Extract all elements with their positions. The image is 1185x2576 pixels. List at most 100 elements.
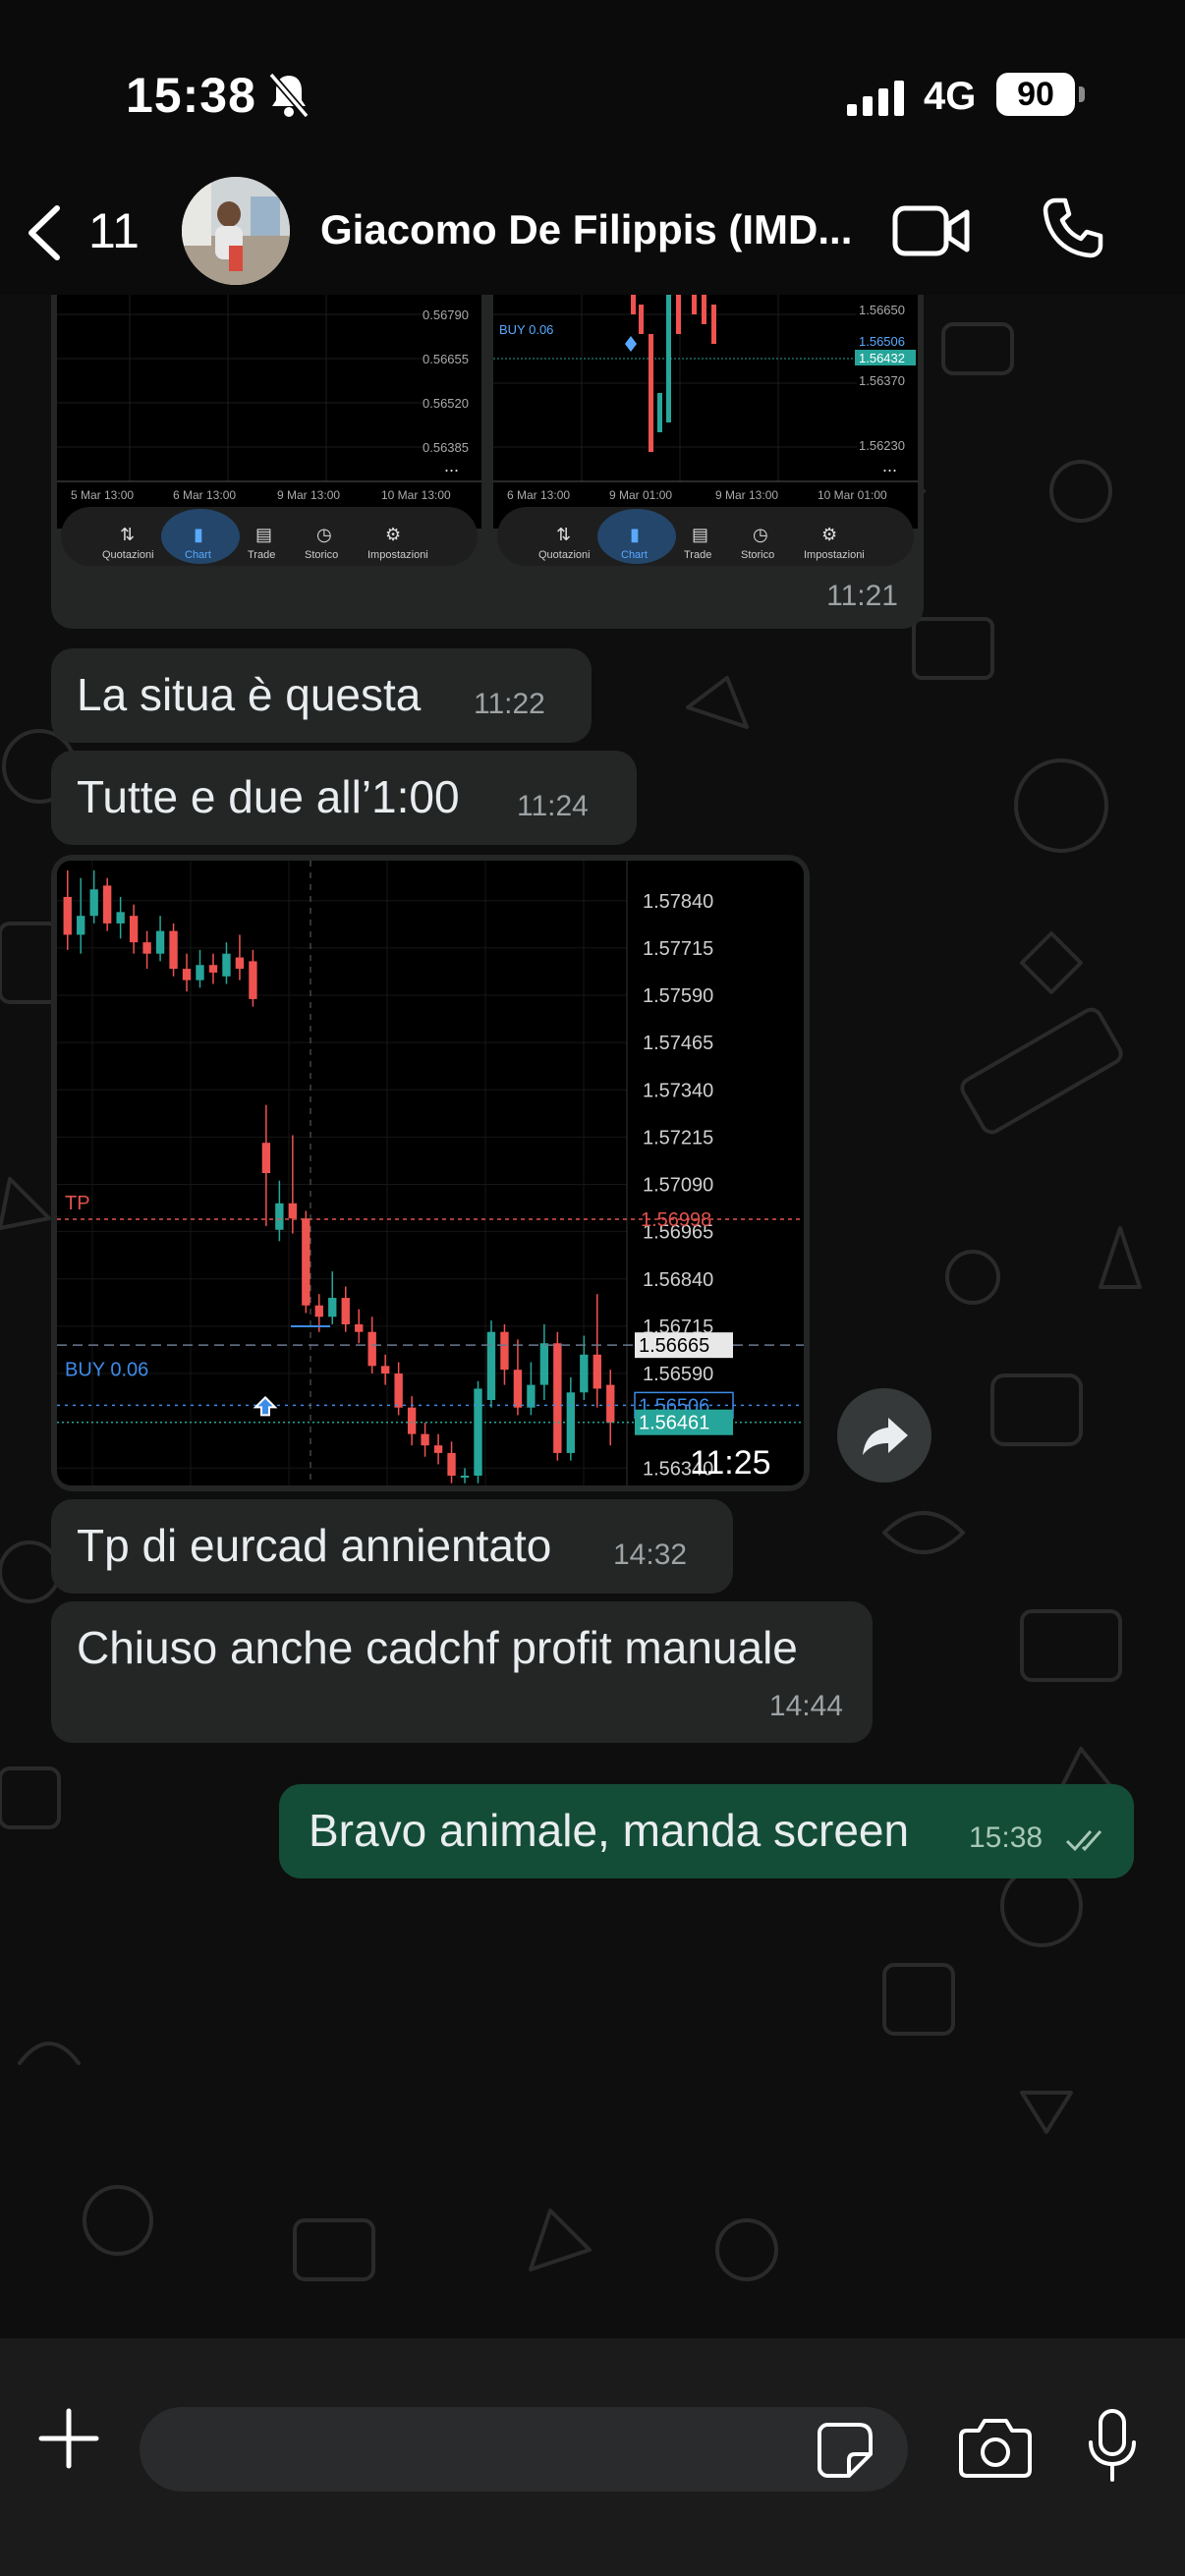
left-price-1: 0.56655	[423, 352, 469, 366]
candlestick-chart[interactable]: 1.57840 1.57715 1.57590 1.57465 1.57340 1.572…	[57, 861, 804, 1485]
candle-down	[182, 969, 192, 980]
message-time: 11:21	[826, 580, 898, 612]
chat-header: 11 Giacomo De Filippis (IMD...	[0, 167, 1185, 295]
tp-price: 1.56998	[641, 1209, 711, 1231]
video-call-icon[interactable]	[892, 202, 971, 259]
avatar[interactable]	[182, 177, 290, 285]
candle-down	[142, 942, 151, 954]
message-text: Bravo animale, manda screen	[309, 1805, 910, 1856]
y-tick-label: 1.57340	[643, 1080, 713, 1101]
battery-tip	[1079, 86, 1085, 102]
candle-down	[314, 1305, 323, 1317]
right-tab-chart-icon: ▮	[630, 525, 640, 544]
y-tick-label: 1.57465	[643, 1033, 713, 1054]
candle-down	[208, 965, 218, 973]
camera-icon[interactable]	[959, 2417, 1032, 2478]
candle-down	[592, 1354, 601, 1389]
message-input[interactable]	[140, 2407, 908, 2492]
right-tab-chart[interactable]: Chart	[621, 549, 648, 561]
y-tick-label: 1.57715	[643, 938, 713, 960]
left-tab-chart[interactable]: Chart	[185, 549, 211, 561]
buy-label: BUY 0.06	[65, 1359, 148, 1380]
trading-screenshots[interactable]: 0.56790 0.56655 0.56520 0.56385 ... 5 Ma…	[51, 295, 924, 629]
right-buy-label: BUY 0.06	[499, 322, 553, 337]
candle-down	[394, 1373, 403, 1408]
right-price-3: 1.56370	[859, 373, 905, 388]
message-time: 14:32	[613, 1539, 688, 1571]
message-bubble[interactable]: Chiuso anche cadchf profit manuale 14:44	[51, 1601, 873, 1743]
candle-down	[129, 916, 139, 943]
y-tick-label: 1.56590	[643, 1364, 713, 1385]
left-tab-trade-icon: ▤	[255, 525, 272, 544]
y-tick-label: 1.57215	[643, 1127, 713, 1148]
message-time: 11:24	[517, 790, 589, 822]
bid-price: 1.56461	[639, 1413, 709, 1434]
chat-area[interactable]: 0.56790 0.56655 0.56520 0.56385 ... 5 Ma…	[0, 295, 1185, 2338]
plus-icon[interactable]	[37, 2407, 100, 2470]
right-tab-trade[interactable]: Trade	[684, 549, 711, 561]
left-tab-trade[interactable]: Trade	[248, 549, 275, 561]
candle-down	[261, 1143, 271, 1173]
candle-up	[77, 916, 85, 935]
candle-down	[421, 1433, 429, 1446]
right-tab-quotazioni-icon: ⇅	[556, 525, 571, 544]
y-tick-label: 1.57090	[643, 1175, 713, 1197]
left-tab-quotazioni-icon: ⇅	[120, 525, 135, 544]
candle-down	[169, 930, 178, 970]
right-date-1: 9 Mar 01:00	[609, 488, 672, 502]
message-text: La situa è questa	[77, 669, 422, 720]
signal-icon	[847, 81, 904, 116]
outgoing-message-bubble[interactable]: Bravo animale, manda screen 15:38	[279, 1784, 1134, 1878]
sticker-icon[interactable]	[816, 2421, 875, 2480]
right-tab-impostazioni[interactable]: Impostazioni	[804, 549, 865, 561]
bell-slash-icon	[268, 72, 310, 119]
candle-down	[433, 1445, 443, 1453]
candle-up	[460, 1476, 470, 1478]
left-date-2: 9 Mar 13:00	[277, 488, 340, 502]
candle-down	[63, 896, 72, 935]
tp-label: TP	[65, 1193, 90, 1214]
candle-down	[235, 957, 245, 970]
image-time: 11:25	[690, 1444, 771, 1482]
right-tab-quotazioni[interactable]: Quotazioni	[538, 549, 591, 561]
left-tab-chart-icon: ▮	[194, 525, 203, 544]
candle-down	[553, 1343, 562, 1453]
candle-down	[407, 1407, 417, 1434]
candle-down	[500, 1331, 509, 1371]
message-text: Tutte e due all’1:00	[77, 771, 460, 822]
contact-name[interactable]: Giacomo De Filippis (IMD...	[320, 206, 871, 253]
candle-up	[89, 889, 98, 917]
left-tab-quotazioni[interactable]: Quotazioni	[102, 549, 154, 561]
message-time: 14:44	[768, 1690, 843, 1722]
phone-call-icon[interactable]	[1042, 196, 1104, 259]
composer-bar	[0, 2338, 1185, 2576]
candle-down	[606, 1384, 615, 1424]
candle-up	[486, 1331, 496, 1400]
left-tab-storico[interactable]: Storico	[305, 549, 338, 561]
candle-up	[155, 930, 165, 954]
message-bubble[interactable]: Tutte e due all’1:00 11:24	[51, 751, 637, 845]
image-message-top[interactable]: 0.56790 0.56655 0.56520 0.56385 ... 5 Ma…	[51, 295, 924, 629]
message-bubble[interactable]: Tp di eurcad annientato 14:32	[51, 1499, 733, 1594]
candle-up	[196, 965, 204, 980]
right-more: ...	[882, 456, 897, 476]
right-date-2: 9 Mar 13:00	[715, 488, 778, 502]
right-tab-trade-icon: ▤	[692, 525, 708, 544]
right-tab-storico[interactable]: Storico	[741, 549, 774, 561]
message-time: 11:22	[474, 688, 545, 720]
left-date-0: 5 Mar 13:00	[71, 488, 134, 502]
unread-count[interactable]: 11	[88, 202, 140, 259]
right-date-3: 10 Mar 01:00	[818, 488, 887, 502]
message-bubble[interactable]: La situa è questa 11:22	[51, 648, 592, 743]
back-chevron-icon[interactable]	[22, 202, 67, 263]
microphone-icon[interactable]	[1085, 2407, 1140, 2486]
right-tab-storico-icon: ◷	[753, 525, 768, 544]
candle-down	[288, 1203, 298, 1219]
right-tab-impostazioni-icon: ⚙	[821, 525, 837, 544]
left-date-3: 10 Mar 13:00	[381, 488, 451, 502]
image-message-chart[interactable]: 1.57840 1.57715 1.57590 1.57465 1.57340 1.572…	[51, 855, 810, 1491]
right-price-4: 1.56230	[859, 438, 905, 453]
candle-down	[355, 1324, 364, 1332]
left-tab-impostazioni[interactable]: Impostazioni	[367, 549, 428, 561]
forward-button[interactable]	[837, 1388, 931, 1483]
